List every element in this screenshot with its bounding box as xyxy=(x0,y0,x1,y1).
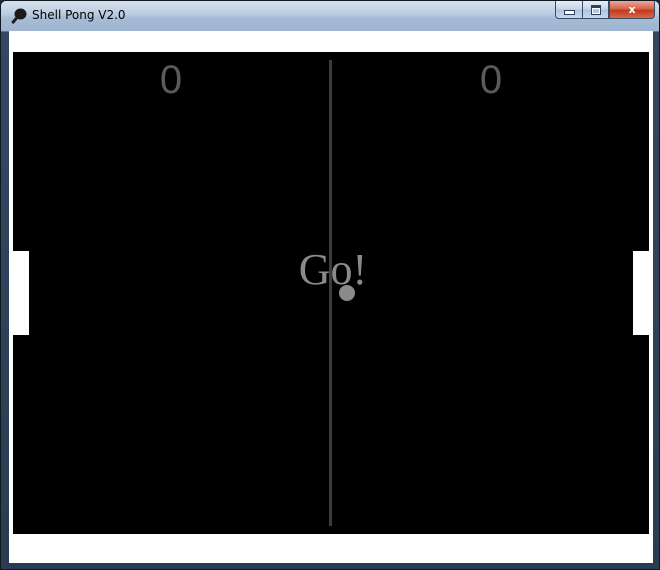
close-button[interactable]: x xyxy=(609,1,655,19)
status-message: Go! xyxy=(298,245,368,294)
window-controls: x xyxy=(555,1,655,21)
game-area[interactable]: 0 0 Go! xyxy=(9,31,653,563)
minimize-icon xyxy=(563,10,575,15)
bottom-wall xyxy=(13,534,649,550)
maximize-icon xyxy=(590,4,601,15)
right-paddle[interactable] xyxy=(633,251,649,335)
right-player-score: 0 xyxy=(479,58,503,102)
top-wall xyxy=(13,35,649,52)
title-bar[interactable]: Shell Pong V2.0 x xyxy=(1,1,659,31)
ping-pong-paddle-icon xyxy=(11,8,27,24)
left-paddle[interactable] xyxy=(13,251,29,335)
app-window: Shell Pong V2.0 x 0 0 Go! xyxy=(0,0,660,570)
window-title: Shell Pong V2.0 xyxy=(32,8,126,22)
court: 0 0 Go! xyxy=(13,52,649,534)
maximize-button[interactable] xyxy=(582,1,609,19)
minimize-button[interactable] xyxy=(555,1,582,19)
close-icon: x xyxy=(628,3,636,16)
ball xyxy=(339,285,355,301)
left-player-score: 0 xyxy=(159,58,183,102)
